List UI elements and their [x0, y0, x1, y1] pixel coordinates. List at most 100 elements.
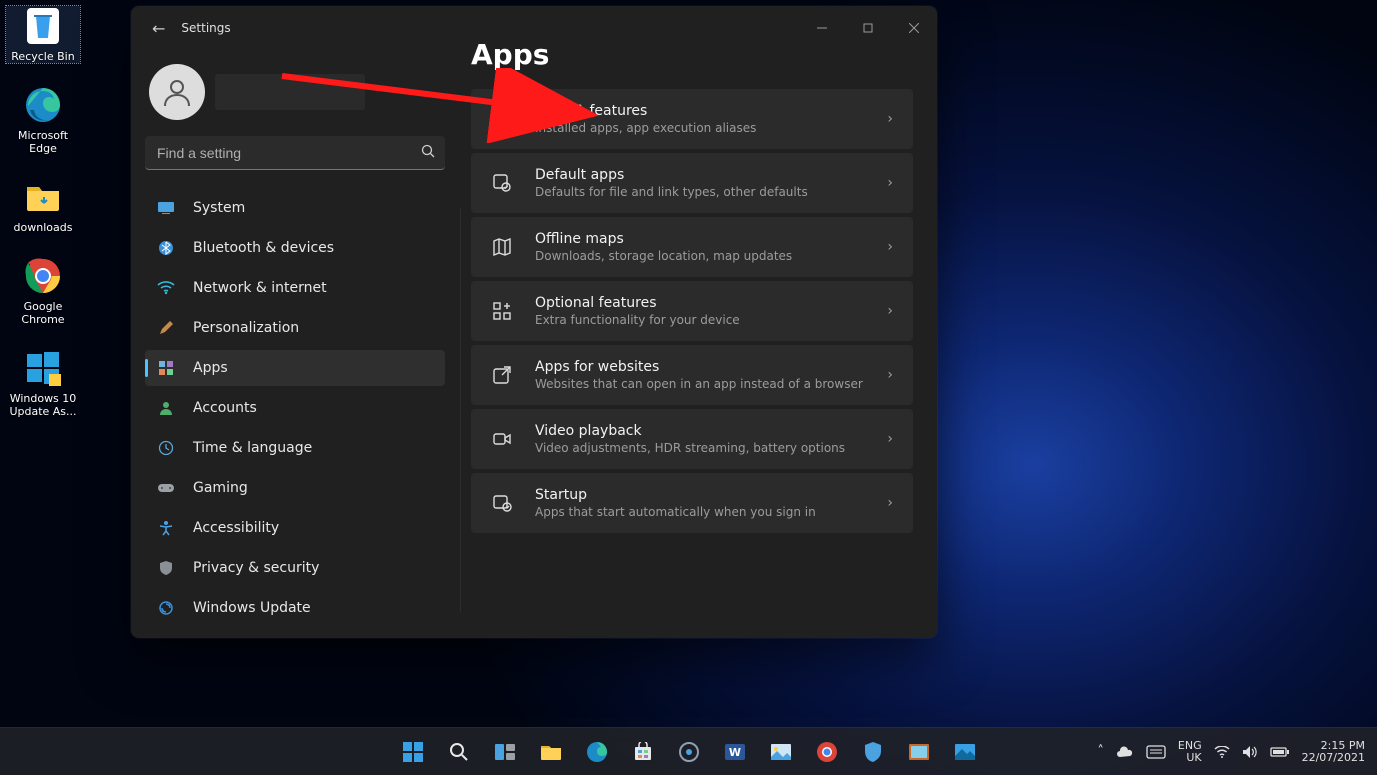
map-icon [491, 236, 513, 258]
folder-icon [23, 177, 63, 217]
clock-time: 2:15 PM [1302, 740, 1365, 752]
card-offline-maps[interactable]: Offline mapsDownloads, storage location,… [471, 217, 913, 277]
nav-label: Accessibility [193, 520, 279, 536]
battery-tray-icon[interactable] [1270, 746, 1290, 758]
nav-item-time-language[interactable]: Time & language [145, 430, 445, 466]
settings-cards: Apps & features Installed apps, app execu… [471, 89, 913, 533]
clock-date: 22/07/2021 [1302, 752, 1365, 764]
card-subtitle: Installed apps, app execution aliases [535, 121, 865, 135]
window-title: Settings [181, 21, 230, 35]
onedrive-icon[interactable] [1116, 746, 1134, 758]
apps-icon [157, 359, 175, 377]
card-title: Apps & features [535, 103, 865, 119]
nav-label: Bluetooth & devices [193, 240, 334, 256]
card-apps-features[interactable]: Apps & features Installed apps, app execu… [471, 89, 913, 149]
photos-taskbar-button[interactable] [761, 732, 801, 772]
nav-item-network[interactable]: Network & internet [145, 270, 445, 306]
nav-label: Gaming [193, 480, 248, 496]
nav-label: Network & internet [193, 280, 327, 296]
nav-item-gaming[interactable]: Gaming [145, 470, 445, 506]
store-button[interactable] [623, 732, 663, 772]
nav-label: Personalization [193, 320, 299, 336]
nav-item-system[interactable]: System [145, 190, 445, 226]
bluetooth-icon [157, 239, 175, 257]
paintbrush-icon [157, 319, 175, 337]
file-explorer-button[interactable] [531, 732, 571, 772]
snipping-tool-button[interactable] [899, 732, 939, 772]
default-apps-icon [491, 172, 513, 194]
taskbar: W ˄ ENG UK 2:15 PM 22/07/2021 [0, 727, 1377, 775]
windows-logo-icon [23, 348, 63, 388]
chrome-taskbar-button[interactable] [807, 732, 847, 772]
taskbar-clock[interactable]: 2:15 PM 22/07/2021 [1302, 740, 1365, 764]
start-button[interactable] [393, 732, 433, 772]
lang-primary: ENG [1178, 740, 1202, 752]
card-startup[interactable]: StartupApps that start automatically whe… [471, 473, 913, 533]
tray-chevron-up-icon[interactable]: ˄ [1097, 744, 1104, 759]
nav-item-accessibility[interactable]: Accessibility [145, 510, 445, 546]
chevron-right-icon: › [887, 367, 893, 383]
taskbar-center: W [393, 732, 985, 772]
card-title: Apps for websites [535, 359, 865, 375]
card-subtitle: Video adjustments, HDR streaming, batter… [535, 441, 865, 455]
card-subtitle: Defaults for file and link types, other … [535, 185, 865, 199]
accessibility-icon [157, 519, 175, 537]
nav-item-accounts[interactable]: Accounts [145, 390, 445, 426]
desktop-icon-recycle-bin[interactable]: Recycle Bin [6, 6, 80, 63]
settings-taskbar-button[interactable] [669, 732, 709, 772]
desktop-icon-label: downloads [14, 221, 73, 234]
card-subtitle: Extra functionality for your device [535, 313, 865, 327]
security-button[interactable] [853, 732, 893, 772]
grid-plus-icon [491, 300, 513, 322]
card-video-playback[interactable]: Video playbackVideo adjustments, HDR str… [471, 409, 913, 469]
nav-label: System [193, 200, 245, 216]
lang-secondary: UK [1178, 752, 1202, 764]
gaming-icon [157, 479, 175, 497]
chevron-right-icon: › [887, 239, 893, 255]
nav-label: Privacy & security [193, 560, 319, 576]
settings-nav: System Bluetooth & devices Network & int… [145, 190, 445, 626]
desktop-icon-downloads[interactable]: downloads [6, 177, 80, 234]
volume-tray-icon[interactable] [1242, 745, 1258, 759]
svg-text:W: W [728, 746, 740, 759]
nav-item-bluetooth[interactable]: Bluetooth & devices [145, 230, 445, 266]
card-title: Startup [535, 487, 865, 503]
desktop-icon-label: Recycle Bin [11, 50, 74, 63]
keyboard-icon[interactable] [1146, 745, 1166, 759]
card-optional-features[interactable]: Optional features Extra functionality for… [471, 281, 913, 341]
avatar [149, 64, 205, 120]
card-subtitle: Websites that can open in an app instead… [535, 377, 865, 391]
back-icon[interactable]: ← [152, 19, 165, 38]
wifi-icon [157, 279, 175, 297]
task-view-button[interactable] [485, 732, 525, 772]
nav-item-apps[interactable]: Apps [145, 350, 445, 386]
taskbar-search-button[interactable] [439, 732, 479, 772]
nav-item-personalization[interactable]: Personalization [145, 310, 445, 346]
word-button[interactable]: W [715, 732, 755, 772]
card-subtitle: Downloads, storage location, map updates [535, 249, 865, 263]
wifi-tray-icon[interactable] [1214, 746, 1230, 758]
settings-window: ← Settings [131, 6, 937, 638]
nav-item-privacy[interactable]: Privacy & security [145, 550, 445, 586]
chevron-right-icon: › [887, 111, 893, 127]
nav-label: Windows Update [193, 600, 311, 616]
chevron-right-icon: › [887, 175, 893, 191]
desktop-icon-label: Microsoft Edge [6, 129, 80, 155]
clock-globe-icon [157, 439, 175, 457]
desktop-icon-label: Windows 10 Update As... [6, 392, 80, 418]
language-indicator[interactable]: ENG UK [1178, 740, 1202, 764]
edge-taskbar-button[interactable] [577, 732, 617, 772]
card-apps-for-websites[interactable]: Apps for websites Websites that can open … [471, 345, 913, 405]
desktop-icon-chrome[interactable]: Google Chrome [6, 256, 80, 326]
search-input[interactable] [145, 136, 445, 170]
startup-icon [491, 492, 513, 514]
desktop-icon-windows-update-assistant[interactable]: Windows 10 Update As... [6, 348, 80, 418]
nav-item-windows-update[interactable]: Windows Update [145, 590, 445, 626]
person-icon [157, 399, 175, 417]
profile-header[interactable] [149, 64, 445, 120]
desktop-icon-edge[interactable]: Microsoft Edge [6, 85, 80, 155]
gallery-button[interactable] [945, 732, 985, 772]
card-default-apps[interactable]: Default appsDefaults for file and link t… [471, 153, 913, 213]
open-external-icon [491, 364, 513, 386]
card-title: Optional features [535, 295, 865, 311]
